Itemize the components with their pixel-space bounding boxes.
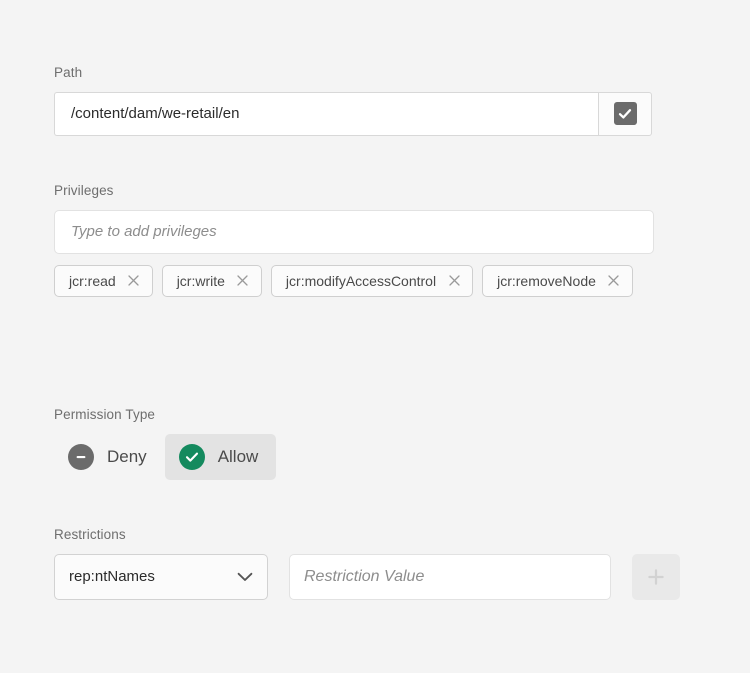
close-icon[interactable] bbox=[607, 274, 621, 288]
path-input[interactable] bbox=[54, 92, 598, 136]
permission-option-allow[interactable]: Allow bbox=[165, 434, 277, 480]
permission-option-label: Allow bbox=[218, 447, 259, 467]
path-field-group: Path bbox=[54, 66, 652, 136]
privilege-tag-label: jcr:write bbox=[177, 273, 225, 289]
privileges-tag-list: jcr:read jcr:write jcr:modifyAccessContr… bbox=[54, 265, 654, 297]
permission-option-deny[interactable]: Deny bbox=[54, 434, 165, 480]
restriction-value-input[interactable] bbox=[289, 554, 611, 600]
path-label: Path bbox=[54, 66, 652, 80]
check-circle-icon bbox=[179, 444, 205, 470]
privilege-tag[interactable]: jcr:modifyAccessControl bbox=[271, 265, 473, 297]
close-icon[interactable] bbox=[236, 274, 250, 288]
privileges-label: Privileges bbox=[54, 184, 654, 198]
permission-type-label: Permission Type bbox=[54, 408, 276, 422]
privilege-tag[interactable]: jcr:removeNode bbox=[482, 265, 633, 297]
privilege-tag[interactable]: jcr:write bbox=[162, 265, 262, 297]
privileges-input[interactable] bbox=[54, 210, 654, 254]
permission-type-group: Permission Type Deny Allow bbox=[54, 408, 276, 480]
privilege-tag-label: jcr:modifyAccessControl bbox=[286, 273, 436, 289]
restrictions-row: rep:ntNames bbox=[54, 554, 680, 600]
add-restriction-button[interactable] bbox=[632, 554, 680, 600]
privileges-field-group: Privileges jcr:read jcr:write bbox=[54, 184, 654, 297]
restrictions-group: Restrictions rep:ntNames bbox=[54, 528, 680, 600]
checkmark-icon bbox=[614, 102, 637, 125]
restrictions-label: Restrictions bbox=[54, 528, 680, 542]
close-icon[interactable] bbox=[447, 274, 461, 288]
privilege-tag-label: jcr:read bbox=[69, 273, 116, 289]
permission-type-options: Deny Allow bbox=[54, 434, 276, 480]
permission-option-label: Deny bbox=[107, 447, 147, 467]
plus-icon bbox=[646, 567, 666, 587]
restriction-name-select[interactable]: rep:ntNames bbox=[54, 554, 268, 600]
privilege-tag[interactable]: jcr:read bbox=[54, 265, 153, 297]
privilege-tag-label: jcr:removeNode bbox=[497, 273, 596, 289]
restriction-name-value: rep:ntNames bbox=[69, 568, 237, 585]
minus-circle-icon bbox=[68, 444, 94, 470]
path-input-row bbox=[54, 92, 652, 136]
chevron-down-icon bbox=[237, 572, 253, 582]
close-icon[interactable] bbox=[127, 274, 141, 288]
path-confirm-button[interactable] bbox=[598, 92, 652, 136]
